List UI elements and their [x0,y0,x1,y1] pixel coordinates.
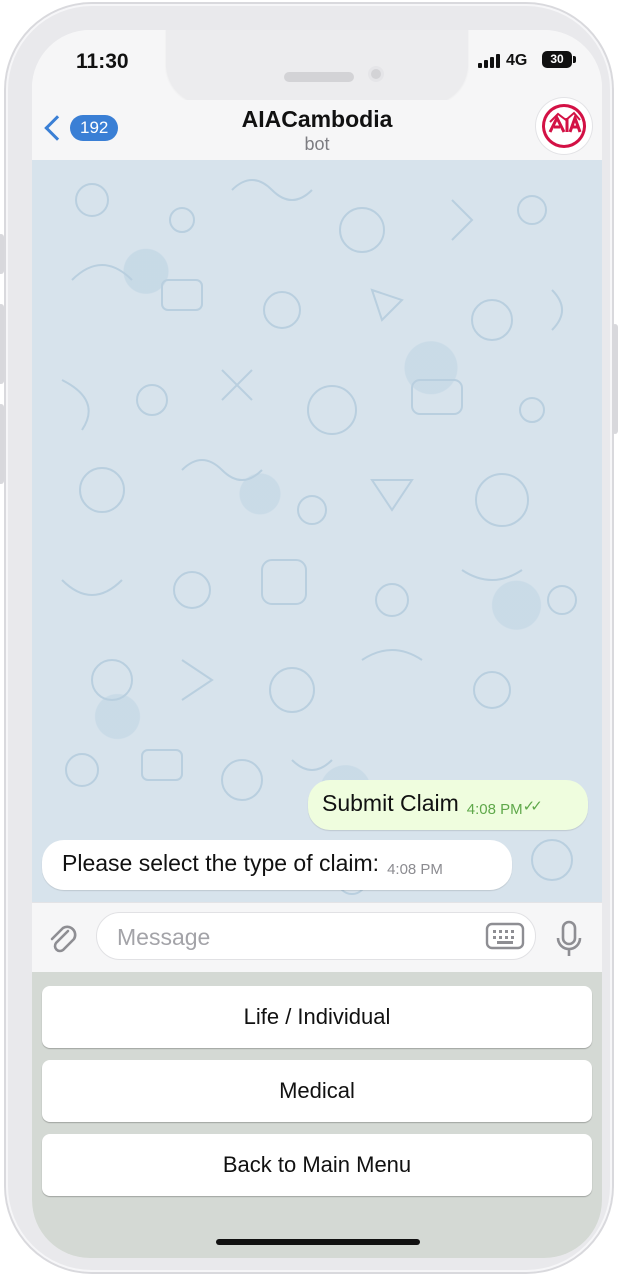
message-input-bar [32,902,602,972]
message-text: Please select the type of claim: [62,850,380,876]
message-time: 4:08 PM [387,861,443,878]
network-type: 4G [506,52,528,69]
message-time: 4:08 PM [466,801,523,818]
chat-header: AIACambodia bot 192 [32,98,602,160]
reply-button-back-to-main-menu[interactable]: Back to Main Menu [42,1134,592,1196]
power-button [612,324,618,434]
battery-icon: 30 [542,51,572,68]
status-bar: 11:30 4G 30 [32,30,602,104]
volume-down-button [0,404,4,484]
speaker-grille [284,72,354,82]
battery-tip [573,56,576,63]
signal-icon [478,54,500,68]
message-input[interactable] [115,913,479,961]
double-check-icon: ✓✓ [522,798,543,815]
reply-button-life-individual[interactable]: Life / Individual [42,986,592,1048]
microphone-icon[interactable] [554,919,584,959]
message-text: Submit Claim [322,790,459,816]
aia-logo-icon[interactable] [536,98,592,154]
status-time: 11:30 [76,50,129,73]
battery-level: 30 [550,52,564,66]
paperclip-icon[interactable] [44,921,80,957]
chat-area[interactable]: Submit Claim 4:08 PM✓✓ Please select the … [32,160,602,902]
reply-keyboard: Life / Individual Medical Back to Main M… [32,972,602,1258]
reply-button-medical[interactable]: Medical [42,1060,592,1122]
message-field[interactable] [96,912,536,961]
back-button[interactable]: 192 [40,110,119,146]
screen: 11:30 4G 30 AIACambodia bot 192 Submit C… [32,30,602,1258]
notch [166,30,468,104]
unread-count-badge: 192 [70,115,119,141]
keyboard-icon[interactable] [485,921,525,951]
home-indicator[interactable] [216,1239,420,1245]
chevron-left-icon [44,115,70,141]
message-bubble-outgoing[interactable]: Submit Claim 4:08 PM✓✓ [308,780,588,830]
front-camera [368,66,384,82]
mute-switch [0,234,4,274]
volume-up-button [0,304,4,384]
phone-frame: 11:30 4G 30 AIACambodia bot 192 Submit C… [0,4,618,1272]
message-bubble-incoming[interactable]: Please select the type of claim: 4:08 PM [42,840,512,890]
